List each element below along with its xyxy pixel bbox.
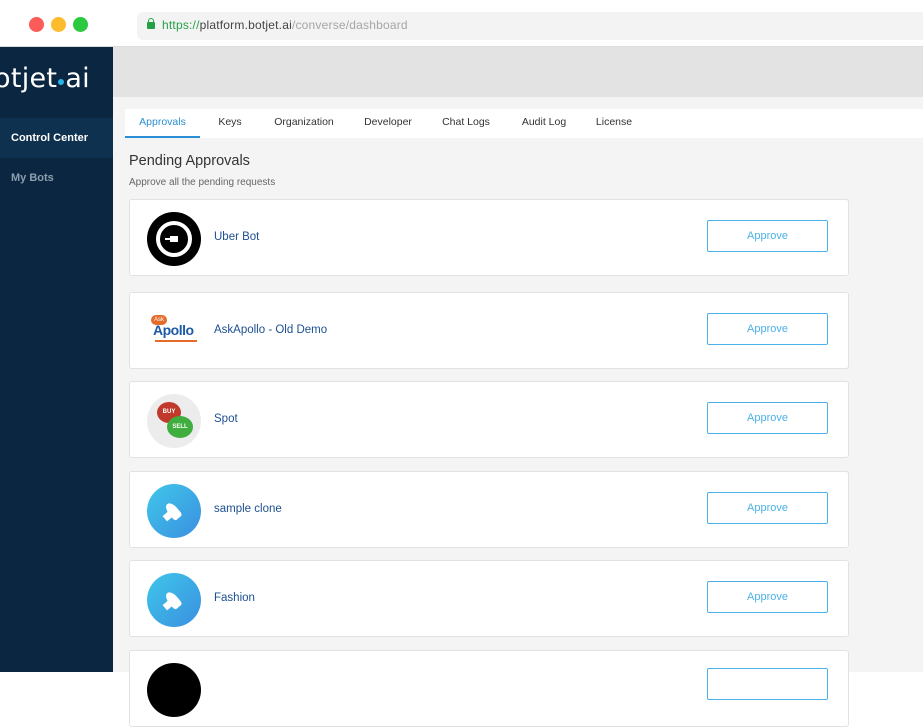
address-bar[interactable]: https://platform.botjet.ai/converse/dash… [137, 12, 923, 40]
approve-button[interactable]: Approve [707, 581, 828, 613]
bot-name[interactable]: AskApollo - Old Demo [214, 324, 327, 336]
lock-icon [147, 18, 155, 29]
bot-logo-icon [147, 663, 201, 717]
approve-button[interactable]: Approve [707, 402, 828, 434]
bot-name[interactable]: Spot [214, 413, 238, 425]
approval-card: BUY SELL Spot Approve [129, 381, 849, 458]
browser-chrome: https://platform.botjet.ai/converse/dash… [0, 0, 923, 47]
approval-card: sample clone Approve [129, 471, 849, 548]
tab-audit-log[interactable]: Audit Log [521, 109, 567, 138]
uber-logo-icon [147, 212, 201, 266]
buy-sell-icon: BUY SELL [147, 394, 201, 448]
approve-button[interactable]: Approve [707, 220, 828, 252]
tab-bar: Approvals Keys Organization Developer Ch… [125, 109, 923, 138]
sidebar-item-control-center[interactable]: Control Center [0, 118, 113, 158]
top-bar [113, 47, 923, 97]
bot-name[interactable]: Uber Bot [214, 231, 259, 243]
tab-license[interactable]: License [595, 109, 633, 138]
close-window-button[interactable] [29, 17, 44, 32]
tab-chat-logs[interactable]: Chat Logs [441, 109, 491, 138]
sidebar-item-my-bots[interactable]: My Bots [0, 158, 113, 198]
tab-approvals[interactable]: Approvals [125, 109, 200, 138]
tab-keys[interactable]: Keys [213, 109, 247, 138]
sidebar: otjet ai Control Center My Bots [0, 47, 113, 672]
approval-card: Fashion Approve [129, 560, 849, 637]
tab-developer[interactable]: Developer [362, 109, 414, 138]
url-text: https://platform.botjet.ai/converse/dash… [162, 18, 408, 32]
bot-name[interactable]: Fashion [214, 592, 255, 604]
approval-card [129, 650, 849, 727]
rocket-icon [147, 484, 201, 538]
minimize-window-button[interactable] [51, 17, 66, 32]
approval-card: Uber Bot Approve [129, 199, 849, 276]
approval-card: Ask Apollo AskApollo - Old Demo Approve [129, 292, 849, 369]
bot-name[interactable]: sample clone [214, 503, 282, 515]
approve-button[interactable] [707, 668, 828, 700]
botjet-logo[interactable]: otjet ai [0, 63, 90, 94]
page-title: Pending Approvals [129, 153, 250, 169]
approve-button[interactable]: Approve [707, 313, 828, 345]
page-subtitle: Approve all the pending requests [129, 177, 276, 188]
askapollo-logo-icon: Ask Apollo [147, 305, 201, 359]
main-content: Approvals Keys Organization Developer Ch… [113, 47, 923, 727]
approve-button[interactable]: Approve [707, 492, 828, 524]
rocket-icon [147, 573, 201, 627]
maximize-window-button[interactable] [73, 17, 88, 32]
tab-organization[interactable]: Organization [270, 109, 338, 138]
